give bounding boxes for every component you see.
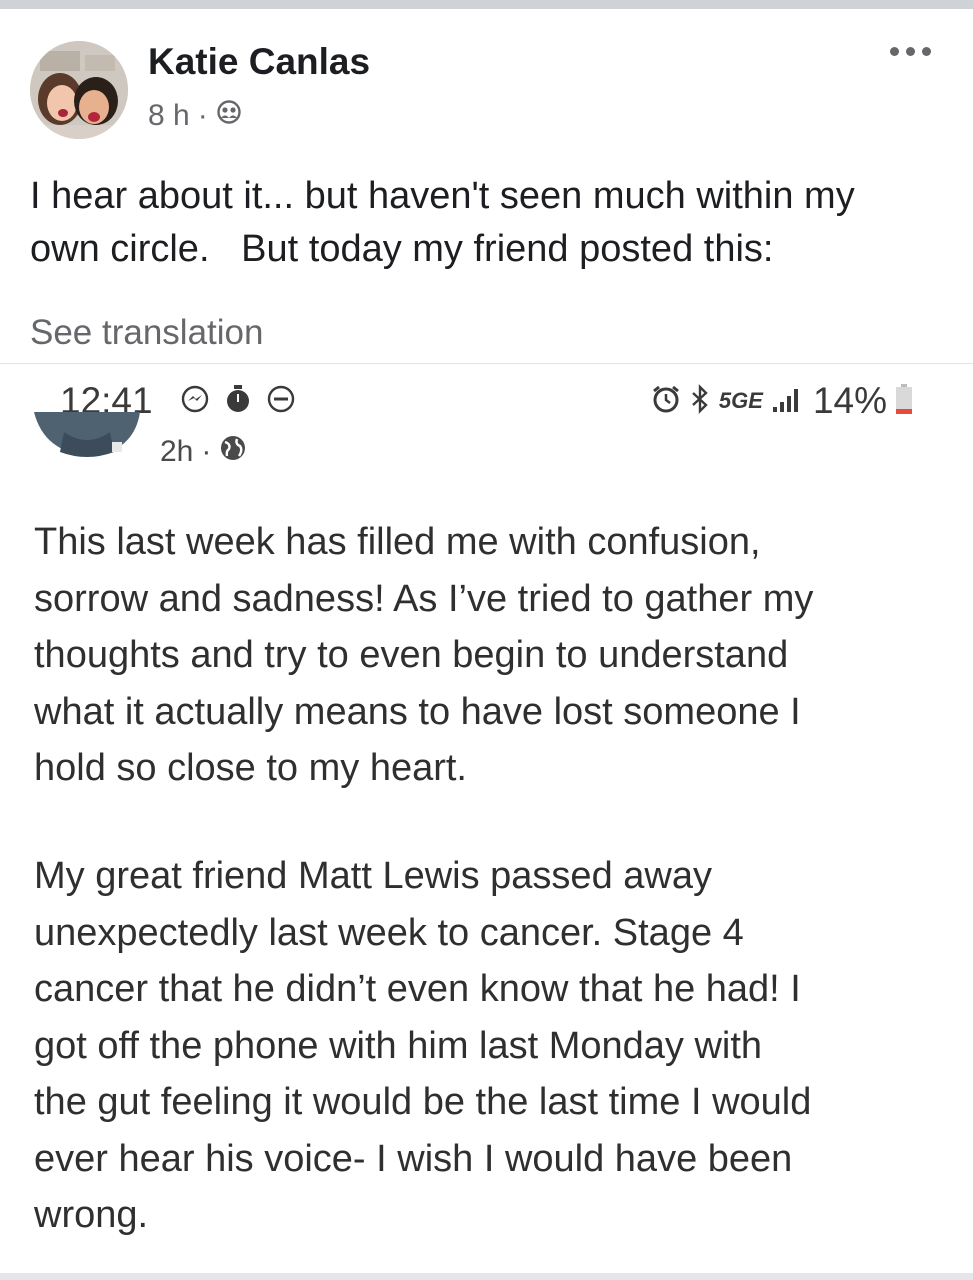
inner-post-meta: 2h · (160, 434, 247, 470)
inner-text-line: cancer that he didn’t even know that he … (34, 968, 801, 1010)
inner-text-line: what it actually means to have lost some… (34, 690, 801, 733)
see-translation-link[interactable]: See translation (30, 313, 263, 353)
post-time[interactable]: 8 h (148, 99, 190, 133)
inner-post-paragraph-2: My great friend Matt Lewis passed away u… (34, 848, 934, 1244)
battery-icon (895, 383, 913, 420)
status-left-icons (180, 384, 296, 419)
signal-bars-icon (771, 385, 805, 418)
author-name[interactable]: Katie Canlas (148, 41, 370, 83)
globe-icon (219, 434, 247, 470)
post-text-line: own circle. But today my friend posted t… (30, 228, 774, 270)
status-right-icons: 5GE 14% (651, 380, 913, 422)
inner-text-line: unexpectedly last week to cancer. Stage … (34, 911, 744, 954)
messenger-icon (180, 384, 210, 419)
stopwatch-icon (224, 384, 252, 419)
network-type: 5GE (718, 388, 763, 413)
post-meta: 8 h · (148, 99, 242, 133)
inner-text-line: sorrow and sadness! As I’ve tried to gat… (34, 577, 814, 620)
inner-post-time: 2h (160, 435, 194, 468)
inner-text-line: thoughts and try to even begin to unders… (34, 634, 789, 676)
inner-text-line: My great friend Matt Lewis passed away (34, 855, 712, 897)
post-header: Katie Canlas 8 h · (0, 9, 973, 159)
post-text-line: I hear about it... but haven't seen much… (30, 175, 855, 217)
do-not-disturb-icon (266, 384, 296, 419)
bottom-divider (0, 1273, 973, 1280)
inner-post-paragraph-1: This last week has filled me with confus… (34, 514, 934, 797)
inner-text-line: wrong. (34, 1194, 149, 1236)
friends-icon (216, 99, 242, 133)
inner-text-line: ever hear his voice- I wish I would have… (34, 1137, 793, 1180)
inner-text-line: the gut feeling it would be the last tim… (34, 1081, 812, 1123)
battery-percent: 14% (812, 380, 887, 421)
post-text: I hear about it... but haven't seen much… (30, 170, 930, 276)
shared-screenshot[interactable]: 12:41 5GE 14% 2h · This last week has fi… (0, 363, 973, 1274)
inner-meta-separator: · (201, 435, 212, 468)
top-divider (0, 0, 973, 9)
inner-text-line: got off the phone with him last Monday w… (34, 1024, 763, 1067)
inner-text-line: hold so close to my heart. (34, 747, 467, 789)
author-avatar[interactable] (30, 41, 128, 139)
alarm-icon (651, 384, 681, 419)
bluetooth-icon (689, 383, 711, 419)
more-options-icon[interactable] (890, 47, 931, 56)
avatar-photo (30, 41, 128, 139)
inner-text-line: This last week has filled me with confus… (34, 521, 761, 563)
meta-separator: · (197, 99, 208, 132)
inner-post-avatar (34, 412, 140, 472)
